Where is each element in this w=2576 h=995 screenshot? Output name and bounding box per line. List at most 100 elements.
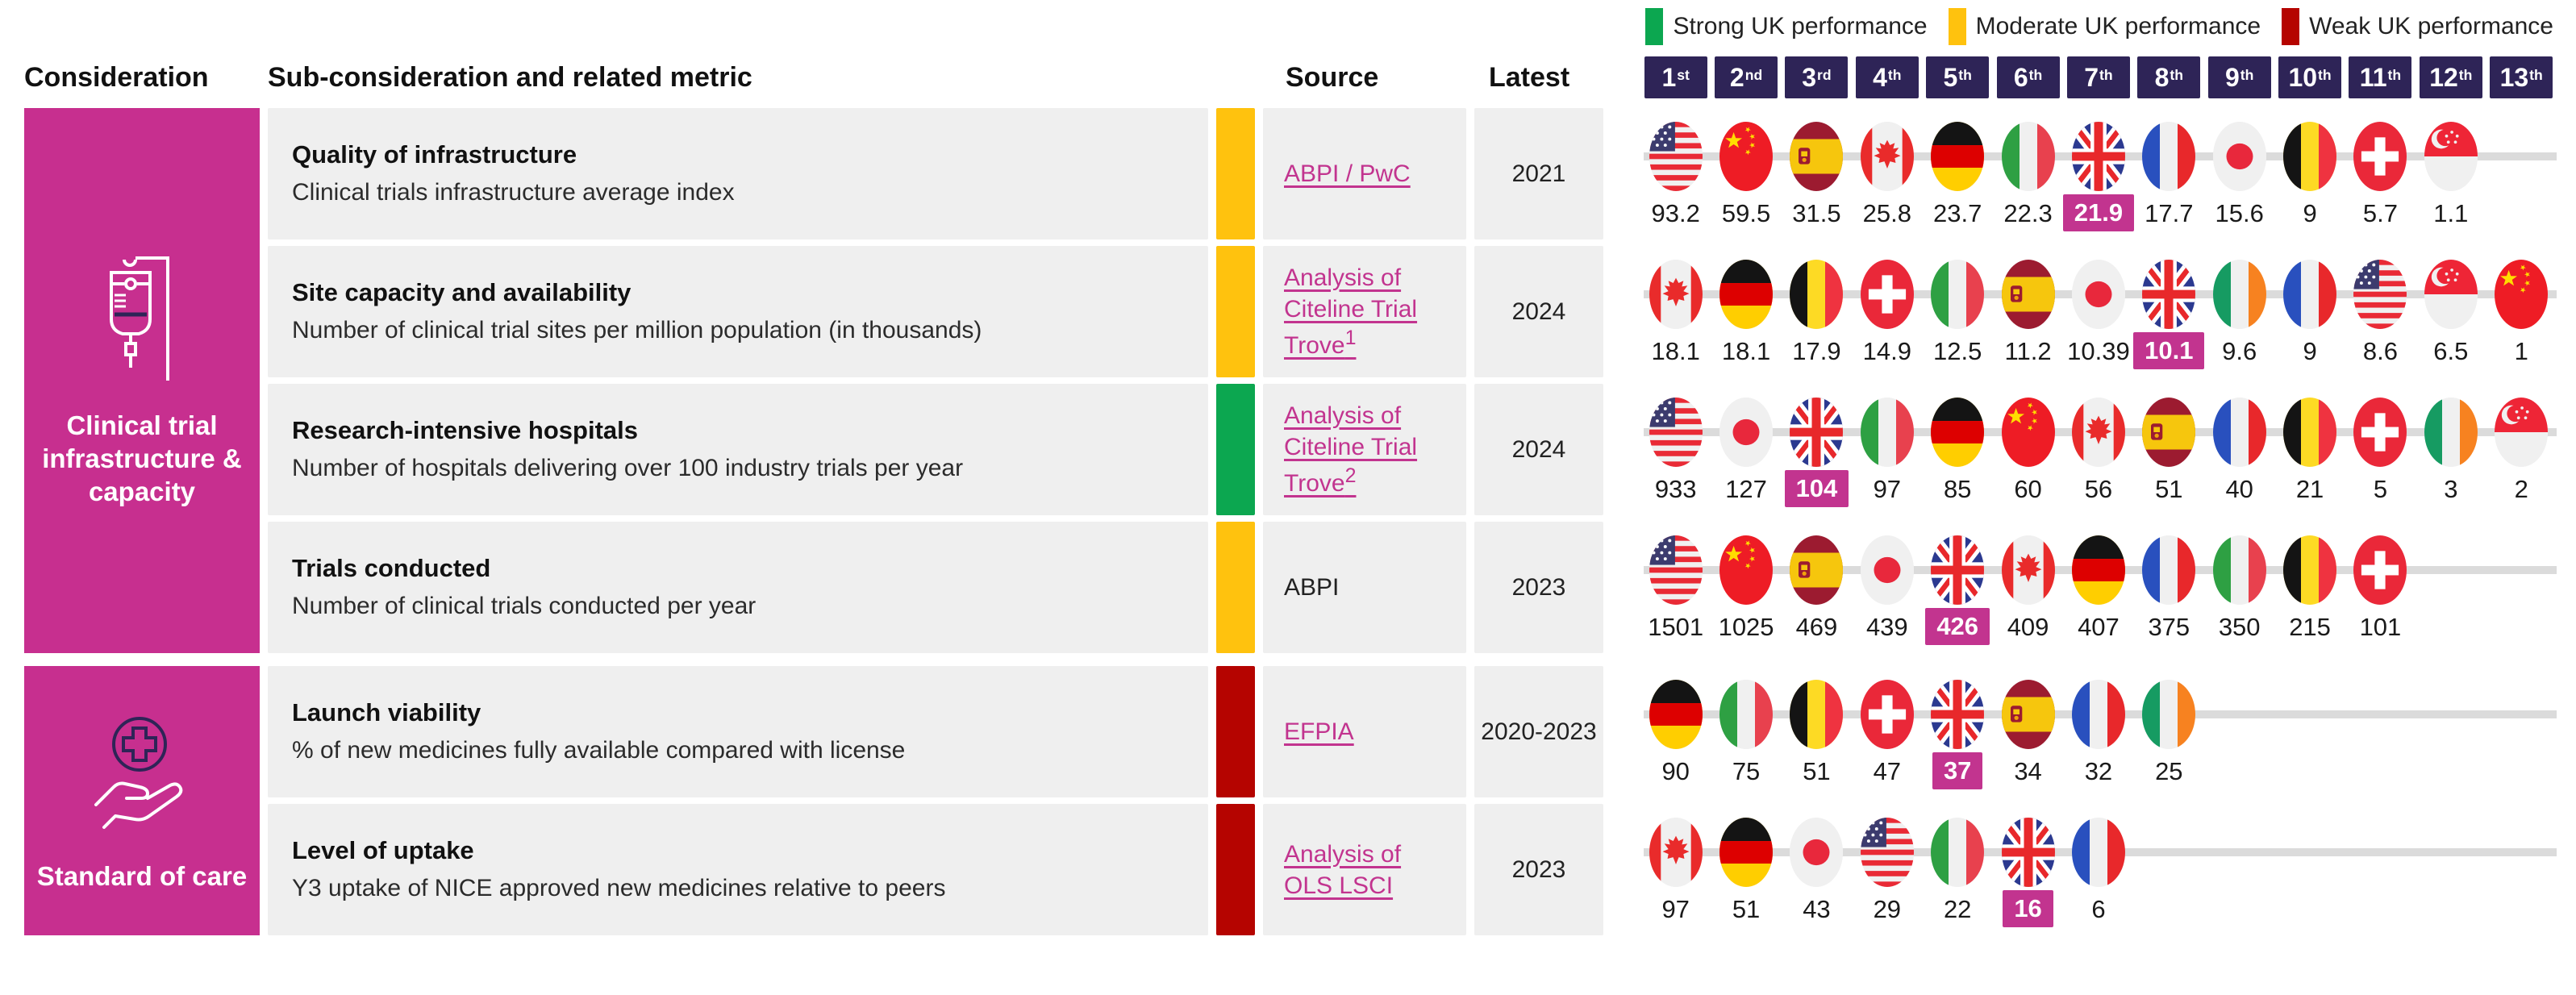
rank-value: 22.3: [2003, 199, 2052, 228]
consideration-block: Standard of care: [24, 666, 260, 935]
rank-badge: 3rd: [1785, 56, 1848, 98]
flag-es-icon: [1790, 535, 1843, 605]
metric-title: Level of uptake: [292, 836, 1184, 865]
rank-entry: 407: [2063, 522, 2133, 653]
rank-value: 51: [1732, 895, 1760, 924]
latest-year: 2020-2023: [1474, 666, 1603, 797]
rank-entry: 51: [2134, 384, 2204, 515]
rank-entry: 1: [2486, 246, 2557, 377]
legend-label: Moderate UK performance: [1976, 13, 2261, 40]
source-link[interactable]: Analysis of OLS LSCI: [1284, 839, 1445, 901]
performance-rating-indicator-moderate: [1216, 246, 1255, 377]
metric-cell: Research-intensive hospitalsNumber of ho…: [268, 384, 1208, 515]
hand-cross-icon: [81, 708, 202, 845]
rank-badge: 9th: [2208, 56, 2271, 98]
rank-badge: 8th: [2137, 56, 2200, 98]
rank-entry: 40: [2204, 384, 2274, 515]
flag-ie-icon: [2424, 398, 2478, 467]
metric-title: Quality of infrastructure: [292, 140, 1184, 169]
rank-entry: 6: [2063, 804, 2133, 935]
flag-sg-icon: [2495, 398, 2548, 467]
latest-year: 2023: [1474, 522, 1603, 653]
flag-de-icon: [1931, 398, 1984, 467]
flag-jp-icon: [2213, 122, 2266, 191]
rank-badge: 6th: [1997, 56, 2060, 98]
rank-value: 12.5: [1933, 337, 1982, 366]
country-ranking-strip: 93.259.531.525.823.722.321.917.715.695.7…: [1640, 108, 2557, 239]
consideration-label: Standard of care: [37, 860, 247, 893]
rank-badge: 5th: [1926, 56, 1989, 98]
country-ranking-strip: 9075514737343225: [1640, 666, 2557, 797]
metric-cell: Launch viability% of new medicines fully…: [268, 666, 1208, 797]
sub-consideration-header: Sub-consideration and related metric: [268, 62, 1208, 98]
uk-value-highlight: 10.1: [2133, 332, 2204, 369]
rank-value: 43: [1803, 895, 1830, 924]
flag-ie-icon: [2142, 680, 2195, 749]
flag-gb-icon: [1931, 535, 1984, 605]
rank-value: 97: [1874, 475, 1901, 504]
rank-entry: 75: [1711, 666, 1781, 797]
rank-value: 21: [2296, 475, 2324, 504]
flag-it-icon: [2002, 122, 2055, 191]
metric-cell: Trials conductedNumber of clinical trial…: [268, 522, 1208, 653]
rank-entry: 34: [1993, 666, 2063, 797]
rank-value: 1: [2515, 337, 2528, 366]
flag-de-icon: [2072, 535, 2125, 605]
flag-fr-icon: [2142, 122, 2195, 191]
metric-title: Trials conducted: [292, 554, 1184, 583]
legend-item: Weak UK performance: [2282, 8, 2553, 45]
rank-entry: 101: [2345, 522, 2416, 653]
flag-sg-icon: [2424, 260, 2478, 329]
source-cell: Analysis of OLS LSCI: [1263, 804, 1466, 935]
rank-value: 933: [1655, 475, 1697, 504]
flag-gb-icon: [2002, 818, 2055, 887]
source-link[interactable]: EFPIA: [1284, 716, 1354, 747]
source-link[interactable]: Analysis of Citeline Trial Trove1: [1284, 262, 1445, 361]
uk-value-highlight: 21.9: [2063, 194, 2134, 231]
rank-entry: 18.1: [1640, 246, 1711, 377]
flag-us-icon: [1649, 535, 1703, 605]
rank-entry: 9: [2274, 108, 2345, 239]
rank-entry: 25.8: [1852, 108, 1922, 239]
rank-entry: 97: [1852, 384, 1922, 515]
source-link[interactable]: Analysis of Citeline Trial Trove2: [1284, 400, 1445, 499]
rank-entry: 56: [2063, 384, 2133, 515]
legend-swatch: [2282, 8, 2299, 45]
metric-row: Site capacity and availability Number of …: [268, 246, 2557, 377]
rank-entry: 25: [2134, 666, 2204, 797]
rank-entry: 426: [1923, 522, 1993, 653]
legend-item: Moderate UK performance: [1949, 8, 2261, 45]
metric-cell: Level of uptakeY3 uptake of NICE approve…: [268, 804, 1208, 935]
rank-value: 8.6: [2363, 337, 2398, 366]
rank-badge: 1st: [1644, 56, 1707, 98]
flag-us-icon: [1649, 122, 1703, 191]
source-cell: Analysis of Citeline Trial Trove1: [1263, 246, 1466, 377]
latest-header: Latest: [1474, 62, 1603, 98]
rank-badge: 13th: [2490, 56, 2553, 98]
rank-entry: 8.6: [2345, 246, 2416, 377]
rank-value: 31.5: [1792, 199, 1840, 228]
rank-entry: 16: [1993, 804, 2063, 935]
flag-cn-icon: [2495, 260, 2548, 329]
rank-entry: 12.5: [1923, 246, 1993, 377]
rank-entry: 3: [2416, 384, 2486, 515]
metric-title: Site capacity and availability: [292, 278, 1184, 307]
flag-es-icon: [2002, 680, 2055, 749]
rank-entry: 29: [1852, 804, 1922, 935]
consideration-label: Clinical trial infrastructure & capacity: [34, 409, 250, 509]
metric-row: Launch viability% of new medicines fully…: [268, 666, 2557, 797]
rank-entry: 59.5: [1711, 108, 1781, 239]
rank-value: 17.7: [2145, 199, 2193, 228]
latest-year: 2023: [1474, 804, 1603, 935]
rank-entry: 215: [2274, 522, 2345, 653]
flag-ch-icon: [2353, 535, 2407, 605]
flag-it-icon: [1719, 680, 1773, 749]
metric-description: Number of clinical trial sites per milli…: [292, 315, 1018, 346]
source-link[interactable]: ABPI / PwC: [1284, 158, 1411, 189]
flag-cn-icon: [1719, 535, 1773, 605]
rank-value: 11.2: [2005, 337, 2052, 366]
flag-be-icon: [2283, 398, 2336, 467]
rank-entry: 10.1: [2134, 246, 2204, 377]
rank-value: 18.1: [1722, 337, 1770, 366]
rank-value: 40: [2225, 475, 2253, 504]
